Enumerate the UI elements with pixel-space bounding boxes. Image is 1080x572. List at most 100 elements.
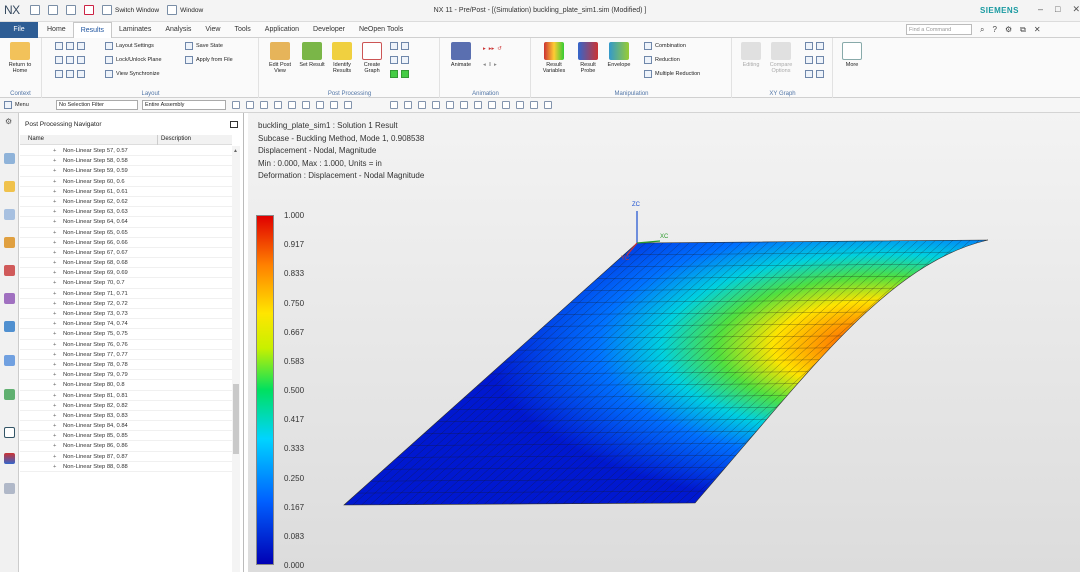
hide-icon[interactable]	[516, 101, 524, 109]
tab-laminates[interactable]: Laminates	[112, 22, 158, 38]
navigator-row[interactable]: + Non-Linear Step 82, 0.82	[20, 401, 232, 411]
layout-1-icon[interactable]	[55, 42, 63, 50]
filter-icon[interactable]	[232, 101, 240, 109]
tab-view[interactable]: View	[198, 22, 227, 38]
navigator-row[interactable]: + Non-Linear Step 74, 0.74	[20, 319, 232, 330]
pan-icon[interactable]	[432, 101, 440, 109]
navigator-row[interactable]: + Non-Linear Step 65, 0.65	[20, 228, 232, 238]
navigator-scrollbar[interactable]: ▲	[232, 146, 240, 572]
tab-neopen-tools[interactable]: NeOpen Tools	[352, 22, 410, 38]
navigator-row[interactable]: + Non-Linear Step 88, 0.88	[20, 462, 232, 472]
create-graph-button[interactable]: Create Graph	[358, 42, 386, 74]
web-browser-icon[interactable]	[4, 389, 15, 400]
post-navigator-icon[interactable]	[4, 181, 15, 192]
graphics-window[interactable]: buckling_plate_sim1 : Solution 1 Result …	[248, 113, 1080, 572]
display-icon[interactable]	[401, 42, 409, 50]
select-all-icon[interactable]	[246, 101, 254, 109]
lock-plane-button[interactable]: Lock/Unlock Plane	[105, 56, 162, 64]
expand-icon[interactable]: +	[53, 299, 56, 309]
expand-icon[interactable]: +	[53, 258, 56, 268]
expand-icon[interactable]: +	[53, 268, 56, 278]
part-navigator-icon[interactable]	[4, 265, 15, 276]
layout-7-icon[interactable]	[55, 70, 63, 78]
pause-anim-icon[interactable]: ‖	[489, 62, 491, 68]
expand-icon[interactable]: +	[53, 431, 56, 441]
xy-edit-icon[interactable]	[805, 42, 813, 50]
xy-copy-icon[interactable]	[816, 56, 824, 64]
combination-button[interactable]: Combination	[644, 42, 686, 50]
measure-icon[interactable]	[502, 101, 510, 109]
envelope-button[interactable]: Envelope	[605, 42, 633, 68]
navigator-row[interactable]: + Non-Linear Step 78, 0.78	[20, 360, 232, 371]
layout-settings-button[interactable]: Layout Settings	[105, 42, 154, 50]
show-icon[interactable]	[530, 101, 538, 109]
lighting-icon[interactable]	[488, 101, 496, 109]
section-icon[interactable]	[474, 101, 482, 109]
xy-delete-icon[interactable]	[816, 70, 824, 78]
fit-icon[interactable]	[390, 101, 398, 109]
navigator-row[interactable]: + Non-Linear Step 67, 0.67	[20, 248, 232, 259]
xy-overlay-icon[interactable]	[805, 56, 813, 64]
multiple-reduction-button[interactable]: Multiple Reduction	[644, 70, 700, 78]
save-state-button[interactable]: Save State	[185, 42, 223, 50]
settings-gear-icon[interactable]: ⚙	[5, 117, 12, 126]
navigator-row[interactable]: + Non-Linear Step 57, 0.57	[20, 146, 232, 157]
palette-icon[interactable]	[4, 453, 15, 464]
expand-icon[interactable]: +	[53, 238, 56, 248]
loop-anim-icon[interactable]: ↺	[497, 46, 502, 52]
navigator-row[interactable]: + Non-Linear Step 71, 0.71	[20, 289, 232, 299]
navigator-row[interactable]: + Non-Linear Step 61, 0.61	[20, 187, 232, 197]
box-select-icon[interactable]	[302, 101, 310, 109]
tab-home[interactable]: Home	[40, 22, 73, 38]
zoom-icon[interactable]	[404, 101, 412, 109]
orient-icon[interactable]	[460, 101, 468, 109]
command-search-input[interactable]: Find a Command	[906, 24, 972, 35]
expand-icon[interactable]: +	[53, 462, 56, 472]
roles-icon[interactable]	[4, 321, 15, 332]
identify-results-button[interactable]: Identify Results	[328, 42, 356, 74]
expand-icon[interactable]: +	[53, 319, 56, 329]
expand-icon[interactable]: +	[53, 177, 56, 187]
maximize-icon[interactable]: □	[1055, 4, 1060, 15]
deselect-icon[interactable]	[260, 101, 268, 109]
layout-2-icon[interactable]	[66, 42, 74, 50]
expand-icon[interactable]: +	[53, 289, 56, 299]
layout-9-icon[interactable]	[77, 70, 85, 78]
column-name[interactable]: Name	[28, 136, 44, 142]
expand-icon[interactable]: +	[53, 166, 56, 176]
clock-icon[interactable]	[4, 427, 15, 438]
more-button[interactable]: More	[838, 42, 866, 68]
column-description[interactable]: Description	[161, 136, 191, 142]
minimize-icon[interactable]: –	[1038, 4, 1043, 15]
expand-icon[interactable]: +	[53, 207, 56, 217]
history-icon[interactable]	[4, 355, 15, 366]
navigator-row[interactable]: + Non-Linear Step 76, 0.76	[20, 340, 232, 350]
reuse-library-icon[interactable]	[4, 293, 15, 304]
column-divider[interactable]	[157, 135, 158, 145]
marker-icon[interactable]	[390, 42, 398, 50]
animate-button[interactable]: Animate	[447, 42, 475, 68]
editing-button[interactable]: Editing	[737, 42, 765, 68]
expand-icon[interactable]: +	[53, 411, 56, 421]
expand-icon[interactable]: +	[53, 217, 56, 227]
expand-icon[interactable]: +	[53, 187, 56, 197]
navigator-row[interactable]: + Non-Linear Step 63, 0.63	[20, 207, 232, 218]
scroll-up-icon[interactable]: ▲	[233, 148, 238, 154]
point-icon[interactable]	[288, 101, 296, 109]
navigator-row[interactable]: + Non-Linear Step 58, 0.58	[20, 156, 232, 167]
expand-icon[interactable]: +	[53, 340, 56, 350]
compare-options-button[interactable]: Compare Options	[767, 42, 795, 74]
layout-5-icon[interactable]	[66, 56, 74, 64]
navigator-row[interactable]: + Non-Linear Step 64, 0.64	[20, 217, 232, 228]
navigator-row[interactable]: + Non-Linear Step 83, 0.83	[20, 411, 232, 422]
layout-6-icon[interactable]	[77, 56, 85, 64]
expand-icon[interactable]: +	[53, 360, 56, 370]
navigator-row[interactable]: + Non-Linear Step 87, 0.87	[20, 452, 232, 462]
maximize-panel-icon[interactable]	[230, 121, 238, 128]
expand-icon[interactable]: +	[53, 370, 56, 380]
view-synchronize-button[interactable]: View Synchronize	[105, 70, 160, 78]
navigator-row[interactable]: + Non-Linear Step 72, 0.72	[20, 299, 232, 309]
grid-icon[interactable]	[401, 56, 409, 64]
navigator-row[interactable]: + Non-Linear Step 77, 0.77	[20, 350, 232, 360]
result-variables-button[interactable]: Result Variables	[540, 42, 568, 74]
